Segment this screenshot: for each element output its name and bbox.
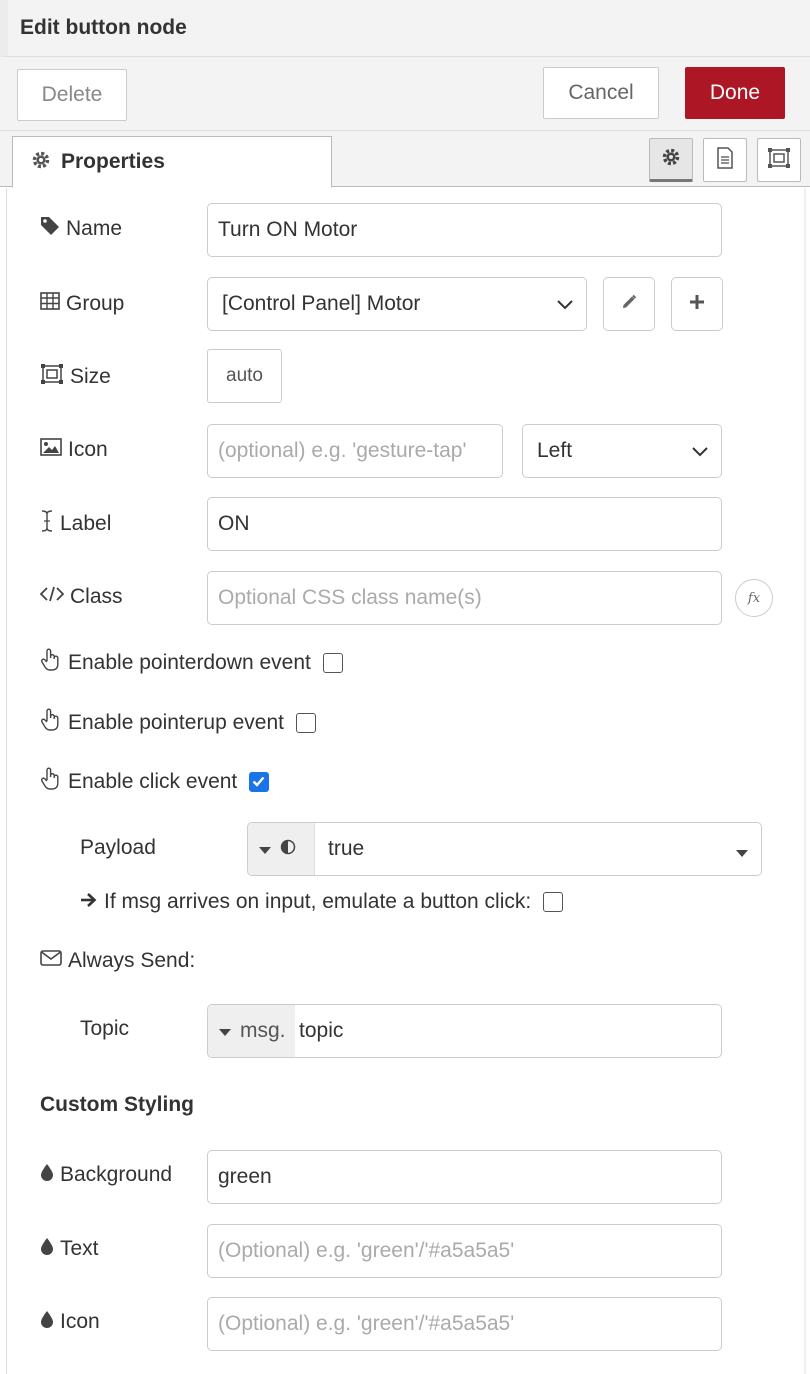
droplet-icon (40, 1163, 54, 1187)
add-group-button[interactable] (671, 277, 723, 331)
payload-type-selector[interactable] (248, 823, 315, 875)
background-label: Background (40, 1163, 172, 1187)
class-input[interactable]: Optional CSS class name(s) (207, 571, 722, 625)
tabs-bar: Properties (0, 131, 810, 188)
tab-appearance-button[interactable] (757, 138, 801, 182)
tab-properties-label: Properties (61, 150, 165, 173)
group-select[interactable]: [Control Panel] Motor (207, 277, 587, 331)
fx-button[interactable]: fx (735, 579, 773, 617)
payload-value: true (328, 837, 365, 860)
custom-styling-title: Custom Styling (40, 1093, 195, 1116)
size-button[interactable]: auto (207, 349, 282, 403)
click-row: Enable click event (40, 767, 270, 797)
background-input[interactable]: green (207, 1150, 722, 1204)
name-label: Name (40, 216, 122, 242)
emulate-row: If msg arrives on input, emulate a butto… (80, 890, 564, 914)
code-icon (39, 585, 65, 609)
cancel-button[interactable]: Cancel (543, 67, 659, 119)
text-cursor-icon (40, 510, 54, 538)
document-icon (716, 146, 734, 174)
payload-label: Payload (80, 836, 156, 859)
dialog-titlebar: Edit button node (0, 0, 810, 57)
icon-color-input[interactable]: (Optional) e.g. 'green'/'#a5a5a5' (207, 1297, 722, 1351)
caret-down-icon[interactable] (735, 845, 749, 863)
icon-color-label: Icon (40, 1310, 100, 1334)
arrow-right-icon (80, 890, 98, 914)
icon-label: Icon (40, 438, 108, 462)
resize-icon (40, 363, 64, 391)
pointer-hand-icon (40, 648, 62, 678)
properties-form: Name Turn ON Motor Group [Control Panel]… (6, 188, 810, 1374)
text-color-label: Text (40, 1237, 99, 1261)
tab-settings-button[interactable] (649, 138, 693, 182)
droplet-icon (40, 1237, 54, 1261)
pointerup-row: Enable pointerup event (40, 708, 316, 738)
group-label: Group (40, 292, 124, 316)
emulate-checkbox[interactable] (543, 892, 564, 912)
appearance-icon (767, 147, 791, 174)
topic-label: Topic (80, 1017, 130, 1040)
dialog-title: Edit button node (20, 16, 187, 39)
label-label: Label (40, 510, 111, 538)
chevron-down-icon (556, 294, 574, 320)
pointerdown-row: Enable pointerdown event (40, 648, 343, 678)
done-button[interactable]: Done (685, 67, 785, 119)
label-input[interactable]: ON (207, 497, 722, 551)
caret-down-icon (258, 837, 272, 861)
edit-group-button[interactable] (603, 277, 655, 331)
fx-icon: fx (747, 590, 761, 606)
topic-type-selector[interactable]: msg. (208, 1005, 295, 1057)
text-color-input[interactable]: (Optional) e.g. 'green'/'#a5a5a5' (207, 1224, 722, 1278)
size-label: Size (40, 363, 111, 391)
pointer-hand-icon (40, 708, 62, 738)
tag-icon (40, 216, 60, 242)
chevron-down-icon (691, 441, 709, 467)
pencil-icon (620, 293, 638, 316)
tab-description-button[interactable] (703, 138, 747, 182)
droplet-icon (40, 1310, 54, 1334)
topic-value: topic (299, 1019, 344, 1042)
delete-button[interactable]: Delete (17, 69, 127, 121)
pointerup-checkbox[interactable] (296, 713, 316, 733)
scroll-edge (804, 188, 806, 1374)
topic-typed-input[interactable]: msg. topic (207, 1004, 722, 1058)
image-icon (40, 438, 62, 462)
icon-position-select[interactable]: Left (522, 424, 722, 478)
dialog-toolbar: Delete Cancel Done (0, 57, 810, 131)
click-checkbox[interactable] (249, 772, 270, 792)
tab-properties[interactable]: Properties (12, 136, 332, 188)
payload-typed-input[interactable]: true (247, 822, 762, 876)
caret-down-icon (218, 1019, 232, 1043)
envelope-icon (40, 949, 62, 973)
boolean-type-icon (280, 837, 296, 861)
always-send-label: Always Send: (40, 949, 195, 973)
table-icon (40, 292, 60, 316)
name-input[interactable]: Turn ON Motor (207, 203, 722, 257)
plus-icon (688, 293, 706, 316)
gear-icon (31, 150, 51, 175)
class-label: Class (39, 585, 123, 609)
icon-input[interactable]: (optional) e.g. 'gesture-tap' (207, 424, 503, 478)
pointerdown-checkbox[interactable] (322, 653, 343, 673)
gear-icon (661, 147, 681, 172)
pointer-hand-icon (40, 767, 62, 797)
